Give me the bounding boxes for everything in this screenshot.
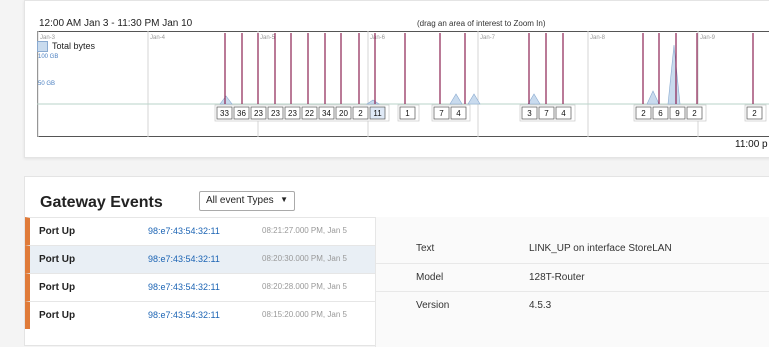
count-label: 2	[358, 109, 363, 118]
count-label: 7	[439, 109, 444, 118]
detail-value: 128T-Router	[529, 272, 585, 283]
count-label: 33	[220, 109, 229, 118]
zoom-hint: (drag an area of interest to Zoom In)	[417, 19, 546, 28]
count-label: 22	[305, 109, 314, 118]
detail-row-model: Model 128T-Router	[376, 263, 769, 291]
count-label: 1	[405, 109, 410, 118]
time-range-label: 12:00 AM Jan 3 - 11:30 PM Jan 10	[39, 18, 193, 29]
gateway-events-panel: Gateway Events All event Types ▼ Port Up…	[24, 176, 769, 347]
event-name: Port Up	[39, 282, 76, 293]
gateway-events-title: Gateway Events	[40, 194, 163, 211]
detail-key: Version	[416, 300, 450, 311]
event-mac-link[interactable]: 98:e7:43:54:32:11	[148, 310, 220, 320]
event-type-select[interactable]: All event Types ▼	[199, 191, 295, 211]
event-mac-link[interactable]: 98:e7:43:54:32:11	[148, 226, 220, 236]
count-label: 23	[288, 109, 297, 118]
event-row[interactable]: Port Up 98:e7:43:54:32:11 08:20:28.000 P…	[25, 273, 375, 301]
traffic-spike	[667, 44, 681, 105]
traffic-spike	[646, 90, 660, 105]
axis-label-100gb: 100 GB	[38, 54, 59, 60]
day-label: Jan-9	[700, 35, 716, 41]
traffic-spike	[219, 95, 233, 105]
count-label: 23	[254, 109, 263, 118]
event-time: 08:20:28.000 PM, Jan 5	[262, 282, 347, 291]
axis-label-50gb: 50 GB	[38, 81, 56, 87]
count-label: 2	[641, 109, 646, 118]
detail-row-text: Text LINK_UP on interface StoreLAN	[376, 235, 769, 263]
event-detail-panel: Text LINK_UP on interface StoreLAN Model…	[375, 217, 769, 347]
day-label: Jan-5	[260, 35, 276, 41]
count-label: 4	[456, 109, 461, 118]
timeline-chart[interactable]: Jan-3 Jan-4 Jan-5 Jan-6 Jan-7 Jan-8 Jan-933 36 2…	[37, 31, 769, 137]
count-label: 9	[675, 109, 680, 118]
event-name: Port Up	[39, 310, 76, 321]
event-mac-link[interactable]: 98:e7:43:54:32:11	[148, 282, 220, 292]
event-mac-link[interactable]: 98:e7:43:54:32:11	[148, 254, 220, 264]
count-label: 6	[658, 109, 663, 118]
event-row[interactable]: Port Up 98:e7:43:54:32:11 08:21:27.000 P…	[25, 217, 375, 245]
detail-key: Model	[416, 272, 444, 283]
event-name: Port Up	[39, 254, 76, 265]
day-label: Jan-7	[480, 35, 496, 41]
count-label: 7	[544, 109, 549, 118]
event-name: Port Up	[39, 226, 76, 237]
count-label: 4	[561, 109, 566, 118]
count-label: 2	[692, 109, 697, 118]
event-timeline-panel[interactable]: 12:00 AM Jan 3 - 11:30 PM Jan 10 (drag a…	[24, 0, 769, 158]
count-label: 11	[373, 109, 382, 118]
detail-value: LINK_UP on interface StoreLAN	[529, 243, 672, 254]
count-label: 2	[752, 109, 757, 118]
event-type-selected: All event Types	[206, 195, 274, 206]
day-label: Jan-4	[150, 35, 166, 41]
event-time: 08:20:30.000 PM, Jan 5	[262, 254, 347, 263]
day-label: Jan-6	[370, 35, 386, 41]
caret-down-icon: ▼	[280, 195, 288, 204]
count-label: 23	[271, 109, 280, 118]
traffic-spike	[366, 99, 380, 105]
count-label: 3	[527, 109, 532, 118]
count-label: 20	[339, 109, 348, 118]
traffic-spike	[527, 93, 541, 105]
end-time-label: 11:00 p	[735, 139, 768, 150]
legend-label: Total bytes	[52, 41, 96, 51]
count-label: 36	[237, 109, 246, 118]
day-label: Jan-8	[590, 35, 606, 41]
event-row[interactable]: Port Up 98:e7:43:54:32:11 08:15:20.000 P…	[25, 301, 375, 329]
detail-value: 4.5.3	[529, 300, 552, 311]
traffic-spike	[449, 93, 463, 105]
detail-key: Text	[416, 243, 435, 254]
event-row-selected[interactable]: Port Up 98:e7:43:54:32:11 08:20:30.000 P…	[25, 245, 375, 273]
event-time: 08:15:20.000 PM, Jan 5	[262, 310, 347, 319]
legend[interactable]: Total bytes	[37, 41, 96, 53]
count-label: 34	[322, 109, 331, 118]
detail-row-version: Version 4.5.3	[376, 291, 769, 319]
legend-swatch	[37, 41, 48, 53]
event-time: 08:21:27.000 PM, Jan 5	[262, 226, 347, 235]
